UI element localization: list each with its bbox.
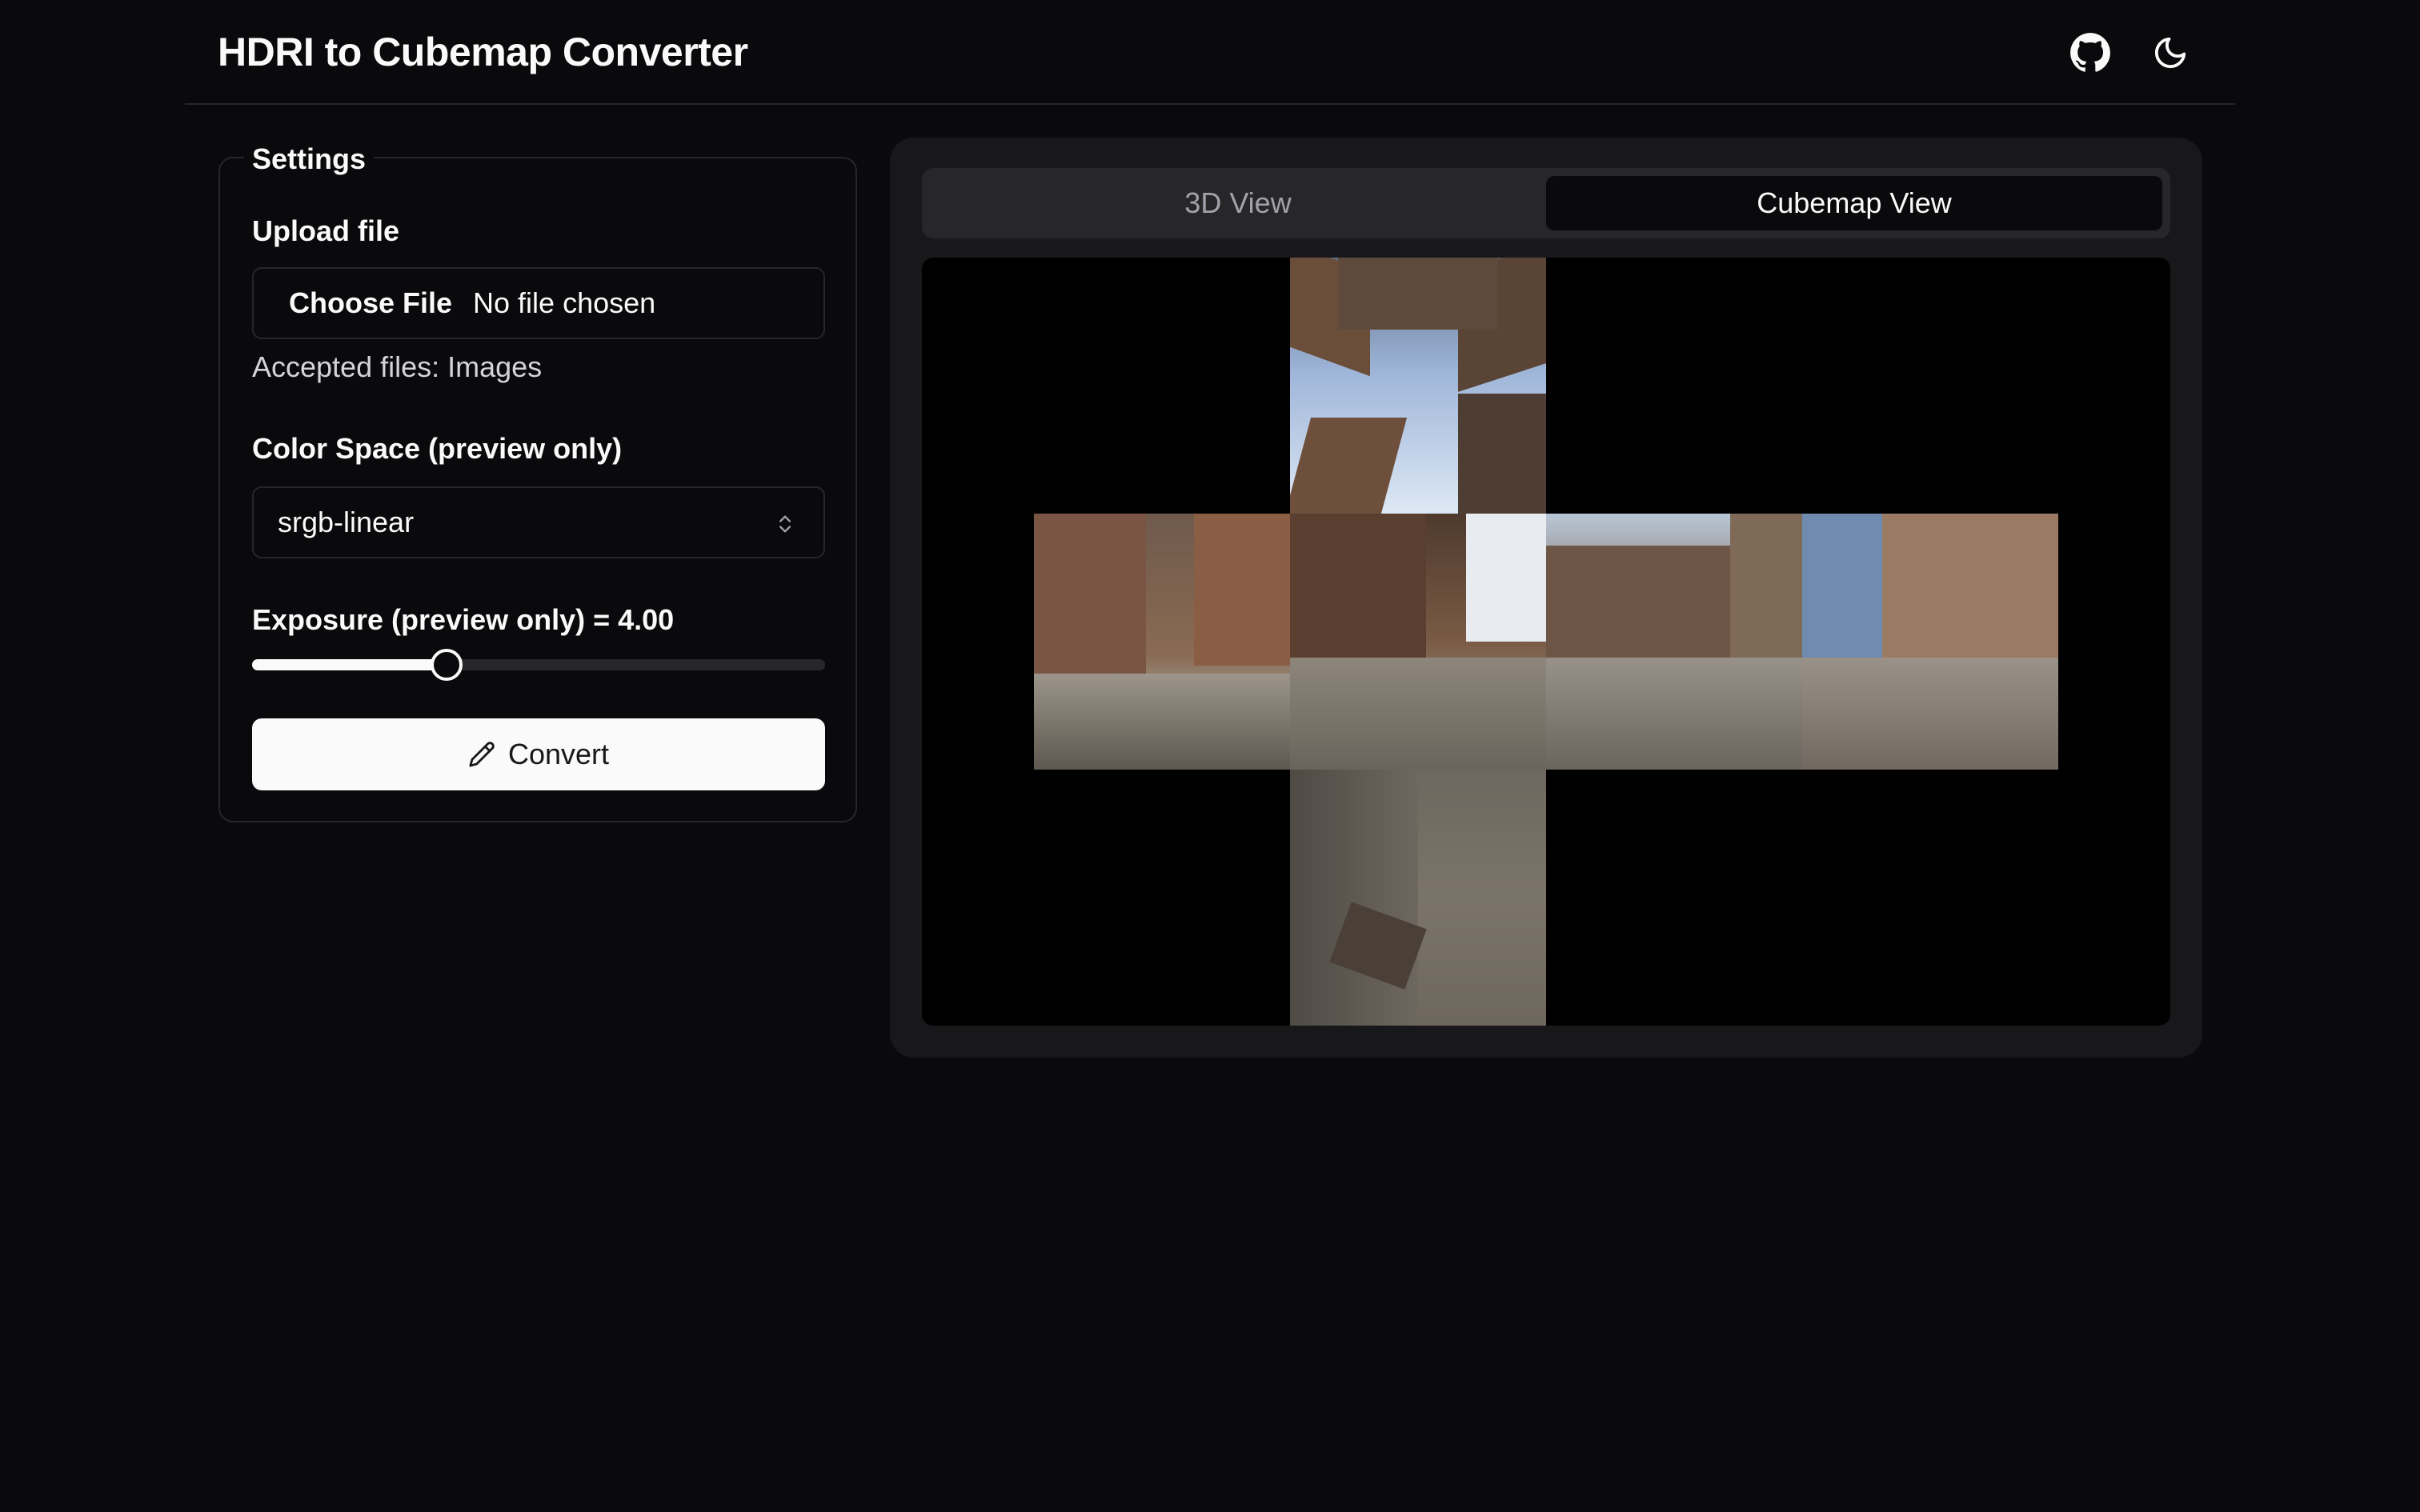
settings-legend: Settings: [244, 142, 375, 176]
moon-icon: [2154, 37, 2186, 69]
cubemap-face-left: [1034, 514, 1290, 770]
exposure-slider[interactable]: [252, 649, 825, 681]
cubemap-face-back: [1802, 514, 2058, 770]
tab-cubemap-view[interactable]: Cubemap View: [1546, 176, 2162, 230]
pencil-icon: [469, 742, 495, 767]
chevron-up-down-icon: [779, 515, 791, 533]
github-icon: [2070, 33, 2110, 72]
settings-panel: Settings Upload file Choose File No file…: [218, 142, 857, 822]
file-status: No file chosen: [473, 286, 656, 319]
cubemap-face-top: [1290, 258, 1546, 514]
app-title: HDRI to Cubemap Converter: [218, 30, 748, 74]
theme-toggle-button[interactable]: [2142, 24, 2199, 82]
color-space-label: Color Space (preview only): [252, 432, 623, 465]
color-space-select[interactable]: srgb-linear: [252, 486, 825, 558]
github-link-button[interactable]: [2061, 24, 2119, 82]
exposure-label: Exposure (preview only) = 4.00: [252, 603, 675, 636]
file-input[interactable]: Choose File No file chosen: [252, 267, 825, 339]
exposure-slider-fill: [252, 659, 447, 670]
tab-3d-view[interactable]: 3D View: [930, 176, 1546, 230]
convert-button[interactable]: Convert: [252, 718, 825, 790]
view-tabs: 3D View Cubemap View: [922, 168, 2170, 238]
cubemap-face-front: [1290, 514, 1546, 770]
cubemap-viewport[interactable]: [922, 258, 2170, 1026]
accepted-files-hint: Accepted files: Images: [252, 350, 543, 383]
cubemap-face-right: [1546, 514, 1802, 770]
choose-file-button[interactable]: Choose File: [289, 286, 452, 320]
cubemap-face-bottom: [1290, 770, 1546, 1026]
color-space-value: srgb-linear: [278, 506, 415, 538]
upload-label: Upload file: [252, 214, 400, 247]
convert-label: Convert: [507, 738, 610, 770]
app-header: HDRI to Cubemap Converter: [185, 0, 2235, 105]
preview-panel: 3D View Cubemap View: [890, 138, 2202, 1058]
exposure-slider-thumb[interactable]: [431, 649, 463, 681]
